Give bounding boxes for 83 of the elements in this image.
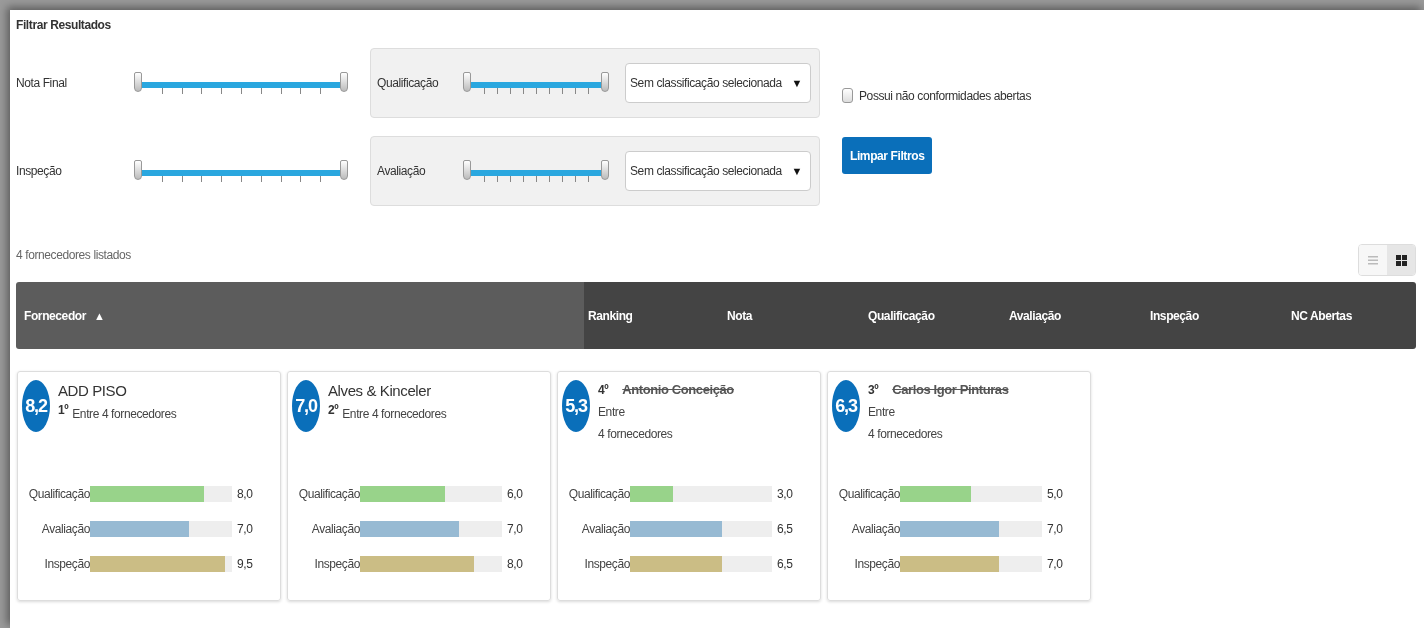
slider-handle[interactable] (463, 160, 471, 180)
supplier-name: ADD PISO (58, 382, 128, 399)
ranking-position: 3º (868, 383, 879, 397)
ranking-note: Entre 4 fornecedores (868, 404, 944, 443)
column-label: Fornecedor (24, 308, 86, 323)
filter-label: Qualificação (377, 76, 440, 90)
column-header[interactable]: NC Abertas (1291, 282, 1416, 349)
ranking-position: 1º (58, 403, 69, 419)
caret-icon: ▼ (791, 165, 802, 177)
score-badge: 7,0 (292, 380, 320, 432)
slider-handle[interactable] (601, 72, 609, 92)
metric-value: 6,5 (777, 522, 793, 536)
metric-label: Inspeção (313, 557, 360, 571)
metric-value: 8,0 (507, 557, 523, 571)
metric-value: 7,0 (1047, 557, 1063, 571)
metric-value: 5,0 (1047, 487, 1063, 501)
column-header[interactable]: Inspeção (1150, 282, 1291, 349)
range-slider[interactable] (463, 158, 609, 184)
supplier-name: Alves & Kinceler (328, 382, 432, 399)
grid-view-button[interactable] (1387, 245, 1415, 275)
ranking-note: Entre 4 fornecedores (598, 404, 674, 443)
metric-value: 7,0 (237, 522, 253, 536)
sort-icon: ▲ (94, 309, 105, 322)
column-header[interactable]: Ranking (584, 282, 727, 349)
ranking-note: Entre 4 fornecedores (342, 406, 447, 423)
filter-label: Inspeção (16, 164, 63, 178)
column-label: NC Abertas (1291, 308, 1352, 323)
column-label: Nota (727, 308, 753, 323)
metric-label: Qualificação (297, 487, 360, 501)
metric-value: 3,0 (777, 487, 793, 501)
score-badge: 8,2 (22, 380, 50, 432)
filter-label: Avaliação (377, 164, 427, 178)
checkbox[interactable] (842, 88, 853, 103)
checkbox-label: Possui não conformidades abertas (859, 88, 1031, 103)
caret-icon: ▼ (791, 77, 802, 89)
metric-value: 8,0 (237, 487, 253, 501)
metric-label: Qualificação (567, 487, 630, 501)
score-badge: 5,3 (562, 380, 590, 432)
metric-label: Inspeção (43, 557, 90, 571)
metric-label: Avaliação (580, 522, 630, 536)
metric-value: 7,0 (507, 522, 523, 536)
range-slider[interactable] (134, 70, 348, 96)
score-badge: 6,3 (832, 380, 860, 432)
metric-value: 9,5 (237, 557, 253, 571)
grid-icon (1395, 254, 1407, 266)
column-header[interactable]: Nota (727, 282, 868, 349)
metric-label: Qualificação (27, 487, 90, 501)
ranking-note: Entre 4 fornecedores (72, 406, 177, 423)
filter-label: Nota Final (16, 76, 68, 90)
list-icon (1368, 255, 1378, 265)
classification-dropdown[interactable]: Sem classificação selecionada ▼ (625, 63, 811, 103)
column-label: Qualificação (868, 308, 935, 323)
metric-label: Inspeção (583, 557, 630, 571)
supplier-name: Carlos Igor Pinturas (892, 382, 1009, 397)
slider-handle[interactable] (134, 160, 142, 180)
column-header[interactable]: Qualificação (868, 282, 1009, 349)
ranking-position: 4º (598, 383, 609, 397)
metric-value: 6,0 (507, 487, 523, 501)
range-slider[interactable] (463, 70, 609, 96)
range-slider[interactable] (134, 158, 348, 184)
metric-label: Avaliação (40, 522, 90, 536)
classification-dropdown[interactable]: Sem classificação selecionada ▼ (625, 151, 811, 191)
column-header[interactable]: Fornecedor ▲ (16, 282, 584, 349)
metric-label: Avaliação (310, 522, 360, 536)
section-title: Filtrar Resultados (16, 18, 111, 32)
slider-handle[interactable] (601, 160, 609, 180)
slider-handle[interactable] (463, 72, 471, 92)
column-label: Ranking (588, 308, 633, 323)
results-count: 4 fornecedores listados (16, 248, 131, 262)
ranking-position: 2º (328, 403, 339, 419)
metric-label: Qualificação (837, 487, 900, 501)
clear-filters-button[interactable]: Limpar Filtros (842, 137, 933, 174)
supplier-name: Antonio Conceição (622, 382, 734, 397)
metric-label: Inspeção (853, 557, 900, 571)
metric-value: 7,0 (1047, 522, 1063, 536)
slider-handle[interactable] (340, 72, 348, 92)
column-label: Avaliação (1009, 308, 1061, 323)
metric-label: Avaliação (850, 522, 900, 536)
column-header[interactable]: Avaliação (1009, 282, 1150, 349)
metric-value: 6,5 (777, 557, 793, 571)
slider-handle[interactable] (340, 160, 348, 180)
slider-handle[interactable] (134, 72, 142, 92)
column-label: Inspeção (1150, 308, 1199, 323)
